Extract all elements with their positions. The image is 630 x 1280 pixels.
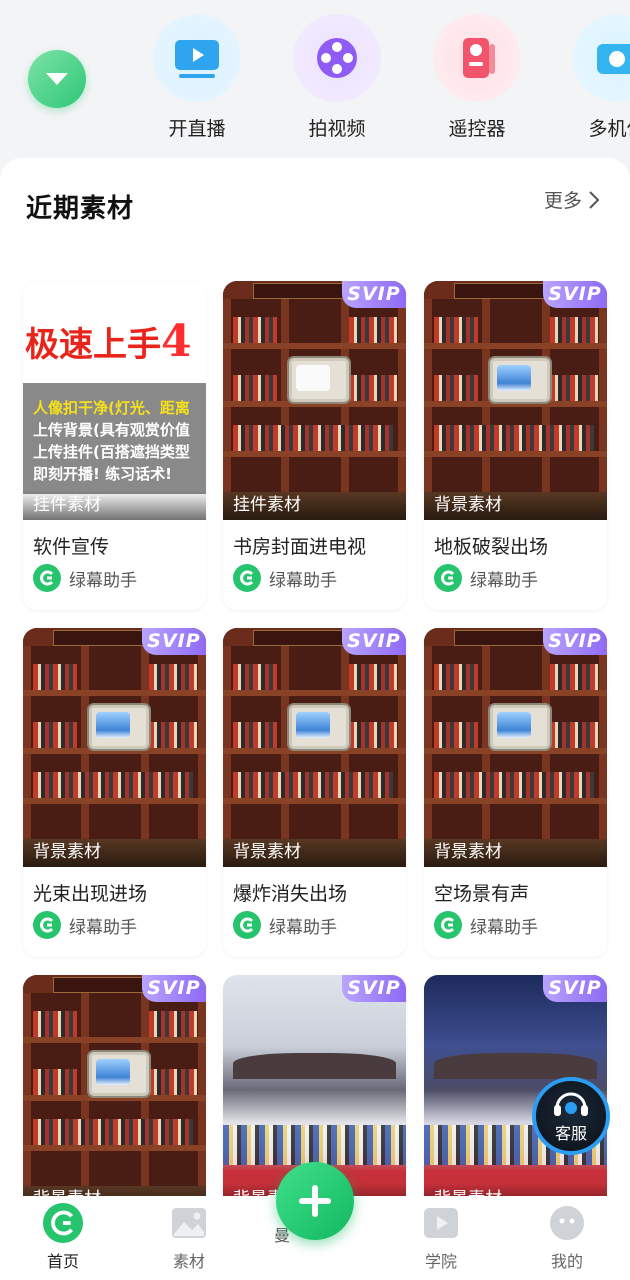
author-name: 绿幕助手 [269,917,337,938]
bookshelf-artwork [223,628,406,867]
nav-academy[interactable]: 学院 [396,1196,486,1272]
svip-badge: SVIP [543,281,607,308]
green-screen-logo-icon [434,564,462,592]
profile-face-icon [550,1206,584,1240]
feature-label: 多机位 [588,118,630,140]
material-card[interactable]: SVIP 挂件素材 书房封面进电视 绿幕助手 [223,281,406,610]
create-button[interactable] [276,1162,354,1240]
card-title: 软件宣传 [33,536,110,558]
live-stream-icon [175,40,219,78]
card-thumbnail: SVIP 背景素材 [424,281,607,520]
recent-materials-panel: 近期素材 更多 极速上手4 人像扣干净(灯光、距离 上传背景(具有观赏价值 上传… [0,158,630,1198]
svip-badge: SVIP [342,281,406,308]
more-link[interactable]: 更多 [544,186,600,213]
svip-badge: SVIP [342,628,406,655]
material-card[interactable]: SVIP 背景素材 爆炸消失出场 绿幕助手 [223,628,406,957]
feature-multi-camera[interactable]: 多机位 [567,14,630,141]
green-screen-logo-icon [233,911,261,939]
image-icon [172,1208,206,1238]
svip-badge: SVIP [142,975,206,1002]
chevron-down-icon [46,73,68,85]
multi-camera-icon [597,44,630,74]
feature-row: 开直播 拍视频 遥控器 多机 [0,0,630,160]
feature-label: 开直播 [168,118,226,140]
author-name: 绿幕助手 [69,570,137,591]
card-title: 空场景有声 [434,883,530,905]
card-tag: 背景素材 [223,837,406,867]
customer-service-label: 客服 [554,1124,587,1143]
feature-live[interactable]: 开直播 [147,14,247,141]
bookshelf-artwork [23,628,206,867]
card-thumbnail: SVIP 背景素材 [23,628,206,867]
green-screen-logo-icon [434,911,462,939]
card-author: 绿幕助手 [233,564,337,592]
bookshelf-artwork [223,281,406,520]
card-author: 绿幕助手 [33,564,137,592]
collapse-button[interactable] [28,50,86,108]
card-thumbnail: SVIP 背景素材 [223,628,406,867]
feature-label: 遥控器 [448,118,506,140]
nav-label: 我的 [550,1252,583,1271]
card-tag: 挂件素材 [223,490,406,520]
author-name: 绿幕助手 [69,917,137,938]
author-name: 绿幕助手 [470,917,538,938]
material-card[interactable]: SVIP 背景素材 地板破裂出场 绿幕助手 [424,281,607,610]
promo-headline: 极速上手4 [23,301,206,383]
nav-materials[interactable]: 素材 [144,1196,234,1272]
headset-icon [554,1092,588,1116]
nav-label: 素材 [172,1252,205,1271]
more-label: 更多 [543,190,582,212]
svip-badge: SVIP [543,628,607,655]
svip-badge: SVIP [342,975,406,1002]
material-card[interactable]: 极速上手4 人像扣干净(灯光、距离 上传背景(具有观赏价值 上传挂件(百搭遮挡类… [23,281,206,610]
card-thumbnail: 极速上手4 人像扣干净(灯光、距离 上传背景(具有观赏价值 上传挂件(百搭遮挡类… [23,281,206,520]
feature-label: 拍视频 [308,118,366,140]
green-screen-logo-icon [33,564,61,592]
customer-service-button[interactable]: 客服 [532,1077,610,1155]
green-screen-logo-icon [233,564,261,592]
bookshelf-artwork [424,281,607,520]
bookshelf-artwork [424,628,607,867]
nav-profile[interactable]: 我的 [522,1196,612,1272]
green-screen-logo-icon [33,911,61,939]
card-author: 绿幕助手 [233,911,337,939]
bookshelf-artwork [23,975,206,1198]
plus-icon [299,1185,331,1217]
promo-artwork: 极速上手4 人像扣干净(灯光、距离 上传背景(具有观赏价值 上传挂件(百搭遮挡类… [23,281,206,520]
nav-home[interactable]: 首页 [18,1196,108,1272]
section-title: 近期素材 [26,188,139,225]
card-tag: 挂件素材 [23,490,206,520]
remote-control-icon [463,38,495,78]
card-tag: 背景素材 [23,837,206,867]
card-tag: 背景素材 [424,837,607,867]
card-author: 绿幕助手 [434,564,538,592]
home-icon [42,1202,84,1244]
feature-remote[interactable]: 遥控器 [427,14,527,141]
card-title: 爆炸消失出场 [233,883,348,905]
card-thumbnail: SVIP 背景素材 [23,975,206,1198]
author-name: 绿幕助手 [470,570,538,591]
author-name: 绿幕助手 [269,570,337,591]
promo-lines: 人像扣干净(灯光、距离 上传背景(具有观赏价值 上传挂件(百搭遮挡类型 即刻开播… [33,399,190,483]
film-reel-icon [317,38,357,78]
card-title: 光束出现进场 [33,883,148,905]
card-thumbnail: SVIP 挂件素材 [223,281,406,520]
svip-badge: SVIP [543,975,607,1002]
card-title: 地板破裂出场 [434,536,549,558]
card-thumbnail: SVIP 背景素材 [424,628,607,867]
material-card[interactable]: SVIP 背景素材 [23,975,206,1198]
nav-label: 学院 [424,1252,457,1271]
card-author: 绿幕助手 [33,911,137,939]
section-title-text: 近期素材 [26,194,135,224]
nav-label: 首页 [46,1252,79,1271]
material-card[interactable]: SVIP 背景素材 光束出现进场 绿幕助手 [23,628,206,957]
card-author: 绿幕助手 [434,911,538,939]
svip-badge: SVIP [142,628,206,655]
card-tag: 背景素材 [424,490,607,520]
video-play-icon [424,1208,458,1238]
material-card[interactable]: SVIP 背景素材 空场景有声 绿幕助手 [424,628,607,957]
feature-shoot-video[interactable]: 拍视频 [287,14,387,141]
card-title: 书房封面进电视 [233,536,367,558]
chevron-right-icon [589,190,600,209]
